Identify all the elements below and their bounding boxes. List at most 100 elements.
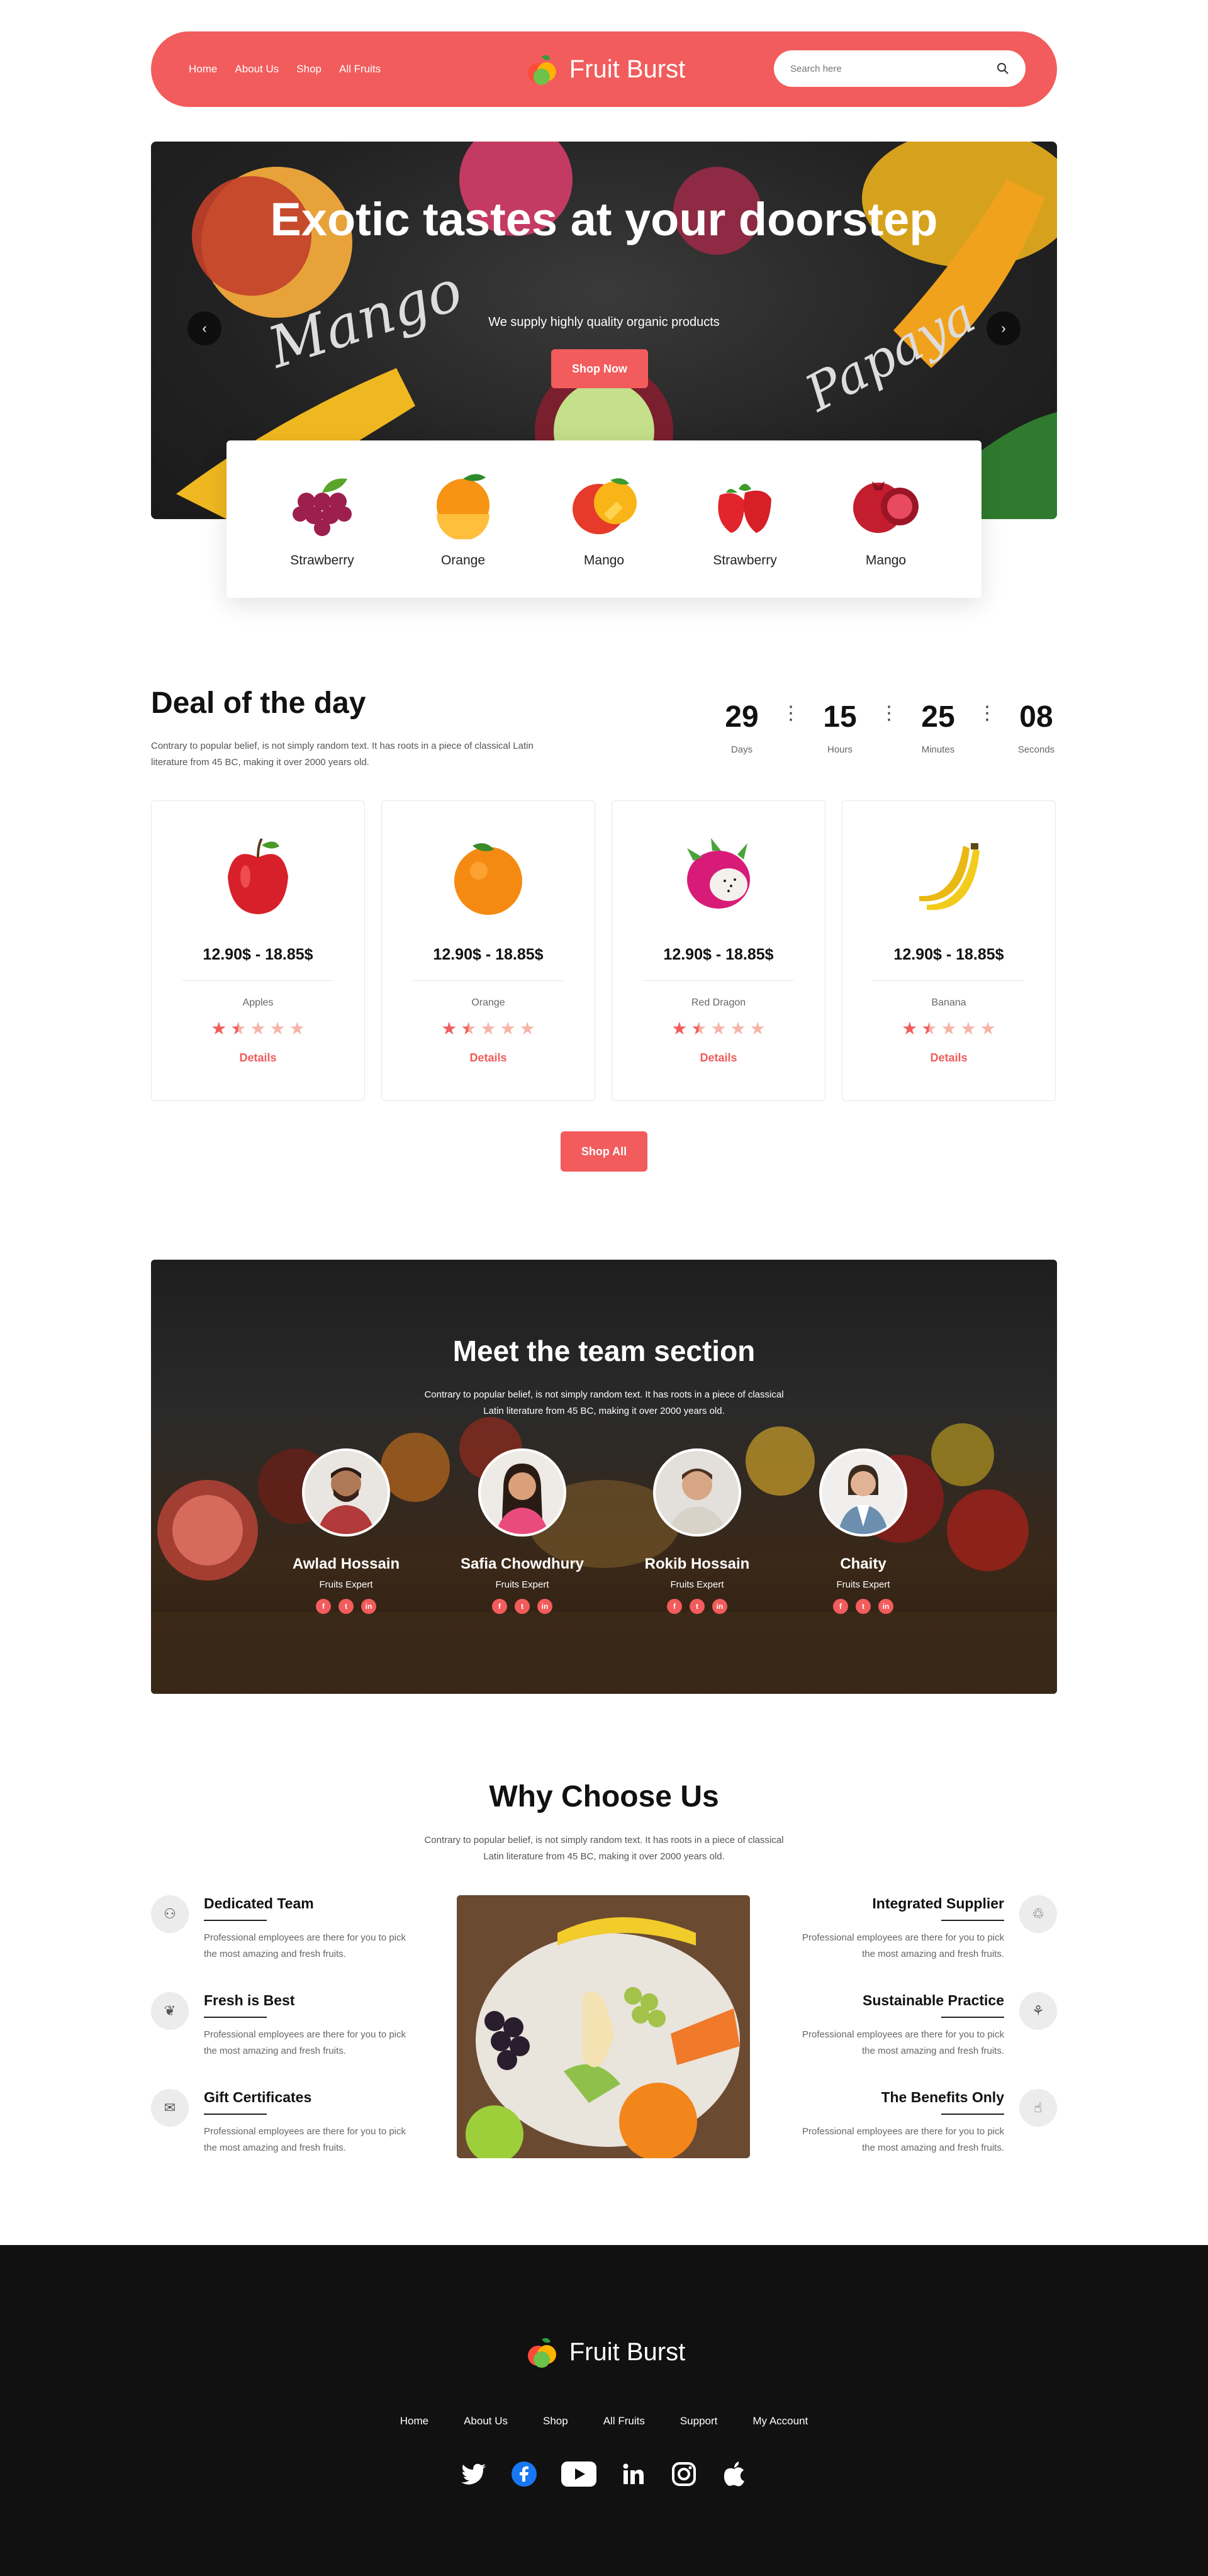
fruit-platter-image — [457, 1895, 750, 2158]
star-icon: ★ — [269, 1019, 286, 1038]
team-section-title: Meet the team section — [452, 1335, 756, 1367]
feature-item: ⚘ Sustainable Practice Professional empl… — [780, 1992, 1057, 2059]
search-input[interactable] — [790, 63, 997, 74]
member-role: Fruits Expert — [495, 1579, 549, 1590]
star-half-icon: ★ — [461, 1019, 477, 1038]
twitter-icon[interactable] — [460, 2460, 488, 2488]
footer-account-link[interactable]: My Account — [752, 2415, 808, 2428]
brand-logo[interactable]: Fruit Burst — [523, 50, 685, 88]
category-item[interactable]: Mango — [829, 470, 942, 568]
nav-about-link[interactable]: About Us — [235, 63, 279, 76]
dragonfruit-icon — [687, 838, 750, 909]
facebook-icon[interactable]: f — [316, 1599, 331, 1614]
countdown-label: Seconds — [1017, 744, 1055, 755]
site-footer: Fruit Burst Home About Us Shop All Fruit… — [0, 2245, 1208, 2576]
instagram-icon[interactable] — [670, 2460, 698, 2488]
leaf-icon: ❦ — [151, 1992, 189, 2030]
twitter-icon[interactable]: t — [690, 1599, 705, 1614]
footer-shop-link[interactable]: Shop — [543, 2415, 568, 2428]
footer-home-link[interactable]: Home — [400, 2415, 428, 2428]
member-name: Rokib Hossain — [644, 1555, 750, 1572]
product-details-link[interactable]: Details — [469, 1051, 506, 1065]
search-icon[interactable] — [997, 62, 1009, 75]
orange-icon — [454, 843, 522, 915]
footer-support-link[interactable]: Support — [680, 2415, 718, 2428]
rating-stars: ★ ★ ★ ★ ★ — [211, 1020, 305, 1038]
gift-icon: ✉ — [151, 2089, 189, 2127]
product-details-link[interactable]: Details — [930, 1051, 967, 1065]
orange-icon — [437, 474, 489, 539]
linkedin-icon[interactable]: in — [537, 1599, 552, 1614]
youtube-icon[interactable] — [561, 2460, 597, 2488]
category-label: Mango — [865, 553, 907, 568]
category-item[interactable]: Orange — [406, 470, 520, 568]
product-details-link[interactable]: Details — [700, 1051, 737, 1065]
countdown-value: 08 — [1019, 700, 1053, 734]
footer-brand[interactable]: Fruit Burst — [0, 2333, 1208, 2371]
deal-countdown: 29 Days ⋮ 15 Hours ⋮ 25 Minutes ⋮ 08 Sec… — [721, 700, 1057, 755]
product-price: 12.90$ - 18.85$ — [203, 946, 313, 963]
nav-home-link[interactable]: Home — [189, 63, 217, 76]
linkedin-icon[interactable]: in — [361, 1599, 376, 1614]
feature-title: The Benefits Only — [881, 2089, 1004, 2105]
product-card[interactable]: 12.90$ - 18.85$ Apples ★ ★ ★ ★ ★ Details — [151, 800, 365, 1101]
mango-icon — [573, 478, 637, 534]
category-item[interactable]: Strawberry — [266, 470, 379, 568]
star-half-icon: ★ — [230, 1019, 247, 1038]
linkedin-icon[interactable] — [620, 2460, 647, 2488]
star-icon: ★ — [480, 1019, 496, 1038]
product-price: 12.90$ - 18.85$ — [893, 946, 1004, 963]
footer-social-links — [0, 2460, 1208, 2488]
category-item[interactable]: Mango — [547, 470, 661, 568]
linkedin-icon[interactable]: in — [878, 1599, 893, 1614]
countdown-label: Hours — [827, 744, 853, 755]
category-item[interactable]: Strawberry — [688, 470, 802, 568]
countdown-label: Minutes — [921, 744, 955, 755]
category-label: Orange — [440, 553, 486, 568]
feature-item: ⚇ Dedicated Team Professional employees … — [151, 1895, 428, 1963]
divider — [941, 2017, 1004, 2018]
star-icon: ★ — [980, 1019, 996, 1038]
avatar — [302, 1448, 390, 1537]
nav-shop-link[interactable]: Shop — [296, 63, 322, 76]
product-card[interactable]: 12.90$ - 18.85$ Red Dragon ★ ★ ★ ★ ★ Det… — [612, 800, 825, 1101]
facebook-icon[interactable]: f — [492, 1599, 507, 1614]
divider — [182, 980, 333, 981]
main-nav: Home About Us Shop All Fruits — [189, 63, 381, 76]
shop-all-button[interactable]: Shop All — [561, 1131, 647, 1172]
prev-slide-button[interactable]: ‹ — [187, 311, 221, 345]
shop-now-button[interactable]: Shop Now — [551, 349, 648, 388]
product-card[interactable]: 12.90$ - 18.85$ Banana ★ ★ ★ ★ ★ Details — [842, 800, 1056, 1101]
nav-all-fruits-link[interactable]: All Fruits — [339, 63, 381, 76]
facebook-icon[interactable] — [510, 2460, 538, 2488]
supplier-icon: ♲ — [1019, 1895, 1057, 1933]
countdown-seconds: 08 Seconds — [1015, 700, 1057, 755]
facebook-icon[interactable]: f — [667, 1599, 682, 1614]
divider — [413, 980, 564, 981]
team-member-card: Awlad Hossain Fruits Expert f t in — [271, 1448, 422, 1614]
star-icon: ★ — [902, 1019, 918, 1038]
fruit-logo-icon — [527, 55, 556, 85]
facebook-icon[interactable]: f — [833, 1599, 848, 1614]
next-slide-button[interactable]: › — [987, 311, 1021, 345]
deal-section-title: Deal of the day — [151, 686, 366, 720]
countdown-minutes: 25 Minutes — [917, 700, 959, 755]
avatar — [653, 1448, 741, 1537]
countdown-value: 29 — [725, 700, 759, 734]
apple-icon[interactable] — [720, 2460, 748, 2488]
deal-section-description: Contrary to popular belief, is not simpl… — [151, 741, 534, 768]
feature-title: Sustainable Practice — [863, 1992, 1004, 2008]
divider — [643, 980, 794, 981]
twitter-icon[interactable]: t — [515, 1599, 530, 1614]
twitter-icon[interactable]: t — [338, 1599, 354, 1614]
pomegranate-icon — [853, 481, 919, 533]
product-card[interactable]: 12.90$ - 18.85$ Orange ★ ★ ★ ★ ★ Details — [381, 800, 595, 1101]
member-name: Safia Chowdhury — [460, 1555, 584, 1572]
twitter-icon[interactable]: t — [856, 1599, 871, 1614]
linkedin-icon[interactable]: in — [712, 1599, 727, 1614]
footer-all-fruits-link[interactable]: All Fruits — [603, 2415, 645, 2428]
fruit-platter-photo — [457, 1895, 750, 2158]
star-icon: ★ — [289, 1019, 305, 1038]
footer-about-link[interactable]: About Us — [464, 2415, 508, 2428]
product-details-link[interactable]: Details — [239, 1051, 276, 1065]
